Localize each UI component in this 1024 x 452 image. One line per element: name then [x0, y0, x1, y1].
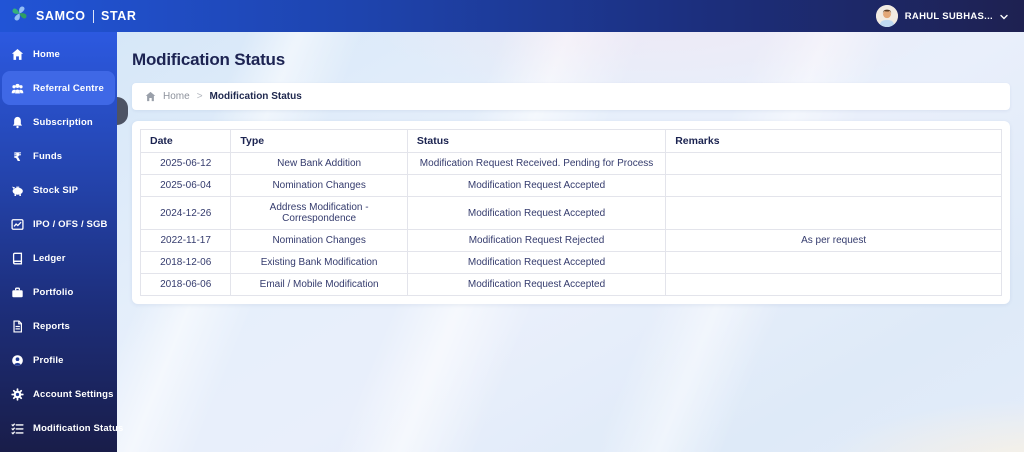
modification-status-table: Date Type Status Remarks 2025-06-12 New …: [139, 129, 1002, 296]
cell-status: Modification Request Accepted: [406, 251, 667, 274]
sidebar: Home Referral Centre Subscription ₹ Fund…: [0, 32, 123, 452]
sidebar-item-label: Funds: [33, 150, 63, 162]
cell-remarks: [665, 273, 1002, 296]
sidebar-item-label: Ledger: [33, 252, 66, 264]
sidebar-item-account-settings[interactable]: Account Settings: [0, 377, 117, 411]
sidebar-item-reports[interactable]: Reports: [0, 309, 117, 343]
cell-status: Modification Request Accepted: [406, 174, 667, 197]
sidebar-item-funds[interactable]: ₹ Funds: [0, 139, 117, 173]
sidebar-item-ledger[interactable]: Ledger: [0, 241, 117, 275]
page-title: Modification Status: [132, 50, 285, 69]
pinwheel-logo-icon: [10, 4, 29, 28]
cell-status: Modification Request Accepted: [406, 196, 667, 230]
modification-status-table-card: Date Type Status Remarks 2025-06-12 New …: [132, 121, 1010, 304]
cell-type: Existing Bank Modification: [230, 251, 408, 274]
cell-type: New Bank Addition: [230, 152, 408, 175]
table-row: 2022-11-17 Nomination Changes Modificati…: [139, 229, 1002, 252]
cell-date: 2024-12-26: [139, 196, 232, 230]
sidebar-item-label: Stock SIP: [33, 184, 79, 196]
sidebar-item-modification-status[interactable]: Modification Status: [0, 411, 123, 445]
table-row: 2025-06-04 Nomination Changes Modificati…: [139, 174, 1002, 197]
svg-text:₹: ₹: [13, 150, 21, 163]
chevron-down-icon: [1000, 7, 1008, 25]
rupee-icon: ₹: [11, 150, 24, 163]
checklist-icon: [11, 422, 24, 435]
column-header-remarks: Remarks: [665, 129, 1002, 153]
cell-status: Modification Request Accepted: [406, 273, 667, 296]
sidebar-item-label: Portfolio: [33, 286, 74, 298]
cell-type: Address Modification - Correspondence: [230, 196, 408, 230]
user-name: RAHUL SUBHAS...: [904, 10, 993, 22]
sidebar-item-label: Account Settings: [33, 388, 114, 400]
column-header-type: Type: [230, 129, 408, 153]
breadcrumb: Home > Modification Status: [132, 83, 1010, 110]
sidebar-item-label: Modification Status: [33, 422, 124, 434]
cell-remarks: [665, 251, 1002, 274]
cell-date: 2022-11-17: [139, 229, 232, 252]
piggy-bank-icon: [11, 184, 24, 197]
home-icon[interactable]: [145, 91, 156, 102]
cell-status: Modification Request Received. Pending f…: [406, 152, 667, 175]
cell-remarks: [665, 174, 1002, 197]
bell-icon: [11, 116, 24, 129]
ledger-book-icon: [11, 252, 24, 265]
app-window: SAMCO STAR RAHUL SUBHAS... Home Referral…: [0, 0, 1024, 452]
cell-type: Nomination Changes: [230, 229, 408, 252]
brand-logo[interactable]: SAMCO STAR: [10, 4, 137, 28]
referral-people-icon: [11, 82, 24, 95]
cell-type: Email / Mobile Modification: [230, 273, 408, 296]
breadcrumb-current-page: Modification Status: [209, 91, 302, 102]
cell-date: 2025-06-04: [139, 174, 232, 197]
gear-icon: [11, 387, 24, 401]
table-row: 2025-06-12 New Bank Addition Modificatio…: [139, 152, 1002, 175]
sidebar-item-ipo-ofs-sgb[interactable]: IPO / OFS / SGB: [0, 207, 117, 241]
chart-icon: [11, 218, 24, 231]
brand-name-star: STAR: [101, 9, 137, 23]
cell-date: 2018-12-06: [139, 251, 232, 274]
table-row: 2024-12-26 Address Modification - Corres…: [139, 196, 1002, 230]
sidebar-item-stock-sip[interactable]: Stock SIP: [0, 173, 117, 207]
sidebar-item-profile[interactable]: Profile: [0, 343, 117, 377]
sidebar-item-home[interactable]: Home: [0, 37, 117, 71]
breadcrumb-separator: >: [196, 91, 203, 102]
avatar: [875, 5, 898, 27]
sidebar-item-label: Referral Centre: [33, 82, 104, 94]
user-menu[interactable]: RAHUL SUBHAS...: [875, 5, 1008, 27]
cell-type: Nomination Changes: [230, 174, 408, 197]
column-header-status: Status: [406, 129, 667, 153]
cell-date: 2018-06-06: [139, 273, 232, 296]
profile-icon: [11, 354, 24, 367]
sidebar-item-label: Subscription: [33, 116, 93, 128]
sidebar-item-subscription[interactable]: Subscription: [0, 105, 117, 139]
sidebar-item-referral-centre[interactable]: Referral Centre: [2, 71, 115, 105]
table-header-row: Date Type Status Remarks: [139, 129, 1002, 153]
sidebar-item-label: Home: [33, 48, 60, 60]
cell-status: Modification Request Rejected: [406, 229, 667, 252]
sidebar-item-portfolio[interactable]: Portfolio: [0, 275, 117, 309]
briefcase-icon: [11, 286, 24, 299]
cell-remarks: As per request: [665, 229, 1002, 252]
cell-remarks: [665, 196, 1002, 230]
breadcrumb-home-link[interactable]: Home: [163, 91, 190, 102]
cell-date: 2025-06-12: [139, 152, 232, 175]
table-row: 2018-06-06 Email / Mobile Modification M…: [139, 273, 1002, 296]
brand-name-samco: SAMCO: [36, 9, 86, 23]
home-icon: [11, 48, 24, 61]
main-content: Modification Status Home > Modification …: [117, 32, 1024, 452]
sidebar-item-label: IPO / OFS / SGB: [33, 218, 108, 230]
sidebar-item-label: Profile: [33, 354, 64, 366]
brand-divider: [92, 9, 95, 23]
document-icon: [11, 319, 24, 333]
column-header-date: Date: [139, 129, 232, 153]
cell-remarks: [665, 152, 1002, 175]
sidebar-item-label: Reports: [33, 320, 70, 332]
top-bar: SAMCO STAR RAHUL SUBHAS...: [0, 0, 1024, 32]
table-row: 2018-12-06 Existing Bank Modification Mo…: [139, 251, 1002, 274]
